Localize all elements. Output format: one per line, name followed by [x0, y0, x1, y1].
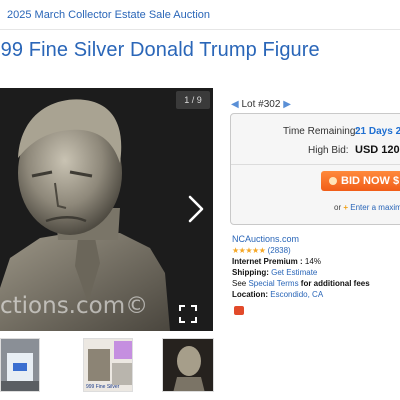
thumbnail-3[interactable]: [162, 338, 214, 392]
high-bid-value: USD 120: [355, 144, 400, 156]
terms-suffix: for additional fees: [300, 279, 370, 288]
time-remaining-value: 21 Days 22: [355, 126, 400, 137]
high-bid-label: High Bid:: [308, 145, 349, 156]
fullscreen-icon[interactable]: [179, 305, 197, 323]
chevron-right-icon[interactable]: [184, 194, 208, 224]
prev-lot-icon[interactable]: ◀: [231, 99, 239, 110]
top-bar: 2025 March Collector Estate Sale Auction: [0, 0, 400, 30]
plus-icon: +: [343, 203, 349, 212]
get-estimate-link[interactable]: Get Estimate: [271, 268, 317, 277]
lot-number: Lot #302: [241, 99, 281, 110]
thumbnail-2[interactable]: 999 Fine Silver: [83, 338, 133, 392]
location-link[interactable]: Escondido, CA: [270, 290, 323, 299]
thumbnail-1[interactable]: [0, 338, 40, 392]
bid-now-button[interactable]: BID NOW $: [321, 171, 400, 191]
special-terms-link[interactable]: Special Terms: [248, 279, 298, 288]
thumbnail-caption: 999 Fine Silver: [86, 384, 120, 390]
main-image[interactable]: 1 / 9 ctions.com©: [0, 88, 213, 331]
time-remaining-label: Time Remaining:: [283, 126, 359, 137]
location-label: Location:: [232, 290, 268, 299]
rating-count-link[interactable]: (2838): [268, 246, 291, 255]
premium-value: 14%: [304, 257, 321, 266]
max-bid-row: or + Enter a maxim: [334, 203, 400, 212]
breadcrumb-link[interactable]: 2025 March Collector Estate Sale Auction: [7, 9, 210, 21]
gavel-icon: [329, 177, 337, 185]
enter-max-bid-link[interactable]: Enter a maxim: [350, 203, 400, 212]
see-text: See: [232, 279, 247, 288]
lot-navigation: ◀ Lot #302 ▶: [231, 99, 291, 110]
premium-label: Internet Premium :: [232, 257, 303, 266]
image-counter: 1 / 9: [176, 91, 210, 109]
seller-info: NCAuctions.com ★★★★★ (2838) Internet Pre…: [232, 234, 370, 300]
or-text: or: [334, 203, 342, 212]
watermark-text: ctions.com©: [0, 293, 149, 319]
next-lot-icon[interactable]: ▶: [283, 99, 291, 110]
divider: [231, 164, 400, 165]
page-title: .99 Fine Silver Donald Trump Figure: [0, 39, 320, 61]
bid-now-label: BID NOW $: [341, 175, 400, 187]
bid-box: Time Remaining: 21 Days 22 High Bid: USD…: [230, 113, 400, 225]
rating-stars: ★★★★★: [232, 246, 266, 255]
badge-icon: [234, 306, 244, 315]
seller-name-link[interactable]: NCAuctions.com: [232, 234, 299, 244]
shipping-label: Shipping:: [232, 268, 269, 277]
